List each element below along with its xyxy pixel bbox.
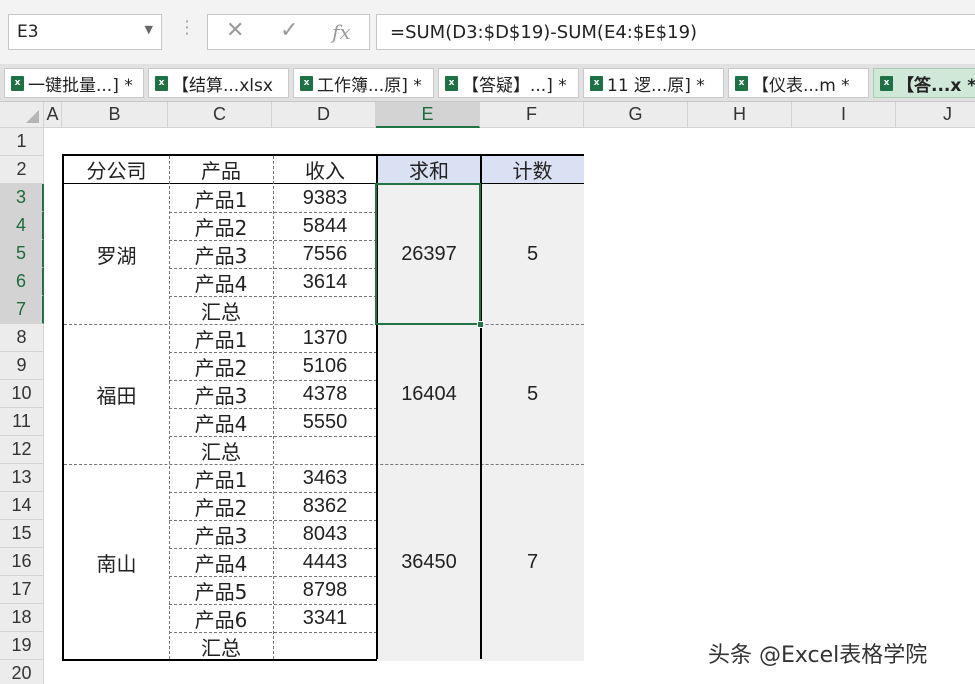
revenue-cell: 5550: [302, 410, 348, 433]
table-header-branch: 分公司: [86, 159, 147, 183]
column-header-j[interactable]: J: [896, 102, 975, 128]
count-cell: 5: [526, 242, 539, 265]
table-header-revenue: 收入: [305, 159, 345, 183]
table-header-product: 产品: [201, 159, 241, 183]
product-cell: 汇总: [201, 299, 241, 324]
revenue-cell: [273, 296, 377, 324]
row-header-6[interactable]: 6: [0, 268, 44, 296]
product-cell: 产品2: [194, 355, 248, 380]
col-divider: [273, 156, 274, 659]
row-header-15[interactable]: 15: [0, 520, 44, 548]
revenue-cell: [273, 436, 377, 464]
column-header-g[interactable]: G: [584, 102, 688, 128]
product-cell: 产品6: [194, 607, 248, 632]
column-header-b[interactable]: B: [62, 102, 168, 128]
row-header-7[interactable]: 7: [0, 296, 44, 324]
row-header-4[interactable]: 4: [0, 212, 44, 240]
column-header-i[interactable]: I: [792, 102, 896, 128]
select-all-triangle-icon: [26, 110, 39, 123]
product-cell: 汇总: [201, 635, 241, 660]
revenue-cell: 8362: [302, 494, 348, 517]
column-header-e[interactable]: E: [376, 102, 480, 128]
table-header-count: 计数: [481, 156, 584, 183]
branch-cell: 福田: [96, 383, 137, 408]
branch-cell: 南山: [96, 551, 137, 576]
row-header-9[interactable]: 9: [0, 352, 44, 380]
column-header-h[interactable]: H: [688, 102, 792, 128]
data-table: 分公司 产品 收入 求和 计数罗湖 26397 5 产品1 9383 产品2 5844 产品3 7556…: [62, 154, 584, 661]
branch-cell: 罗湖: [96, 243, 137, 268]
revenue-cell: 5844: [302, 214, 348, 237]
revenue-cell: 3463: [302, 466, 348, 489]
count-cell: 7: [526, 550, 539, 573]
row-header-19[interactable]: 19: [0, 632, 44, 660]
col-divider-thick: [376, 156, 378, 659]
row-header-11[interactable]: 11: [0, 408, 44, 436]
row-header-2[interactable]: 2: [0, 156, 44, 184]
product-cell: 产品2: [194, 495, 248, 520]
revenue-cell: [273, 632, 377, 660]
row-header-3[interactable]: 3: [0, 184, 44, 212]
product-cell: 产品4: [194, 411, 248, 436]
col-divider-thick: [480, 156, 482, 659]
sum-cell: 16404: [401, 382, 457, 405]
row-header-16[interactable]: 16: [0, 548, 44, 576]
sum-cell: 36450: [401, 550, 457, 573]
column-header-c[interactable]: C: [168, 102, 272, 128]
revenue-cell: 9383: [302, 186, 348, 209]
select-all-corner[interactable]: [0, 102, 44, 128]
col-divider: [169, 156, 170, 659]
revenue-cell: 5106: [302, 354, 348, 377]
count-cell: 5: [526, 382, 539, 405]
row-header-1[interactable]: 1: [0, 128, 44, 156]
row-header-13[interactable]: 13: [0, 464, 44, 492]
revenue-cell: 3614: [302, 270, 348, 293]
product-cell: 产品3: [194, 383, 248, 408]
row-header-10[interactable]: 10: [0, 380, 44, 408]
product-cell: 产品4: [194, 271, 248, 296]
revenue-cell: 4443: [302, 550, 348, 573]
revenue-cell: 1370: [302, 326, 348, 349]
row-header-12[interactable]: 12: [0, 436, 44, 464]
product-cell: 产品5: [194, 579, 248, 604]
product-cell: 产品2: [194, 215, 248, 240]
product-cell: 产品3: [194, 243, 248, 268]
revenue-cell: 4378: [302, 382, 348, 405]
table-header-sum: 求和: [377, 156, 481, 183]
revenue-cell: 8798: [302, 578, 348, 601]
row-header-17[interactable]: 17: [0, 576, 44, 604]
product-cell: 产品1: [194, 187, 248, 212]
revenue-cell: 3341: [302, 606, 348, 629]
revenue-cell: 7556: [302, 242, 348, 265]
sum-cell: 26397: [401, 242, 457, 265]
row-header-20[interactable]: 20: [0, 660, 44, 684]
watermark: 头条 @Excel表格学院: [708, 643, 928, 668]
product-cell: 产品1: [194, 327, 248, 352]
column-header-f[interactable]: F: [480, 102, 584, 128]
row-header-14[interactable]: 14: [0, 492, 44, 520]
row-header-5[interactable]: 5: [0, 240, 44, 268]
product-cell: 产品1: [194, 467, 248, 492]
row-header-8[interactable]: 8: [0, 324, 44, 352]
product-cell: 汇总: [201, 439, 241, 464]
product-cell: 产品3: [194, 523, 248, 548]
row-header-18[interactable]: 18: [0, 604, 44, 632]
product-cell: 产品4: [194, 551, 248, 576]
column-header-a[interactable]: A: [44, 102, 62, 128]
revenue-cell: 8043: [302, 522, 348, 545]
column-header-d[interactable]: D: [272, 102, 376, 128]
